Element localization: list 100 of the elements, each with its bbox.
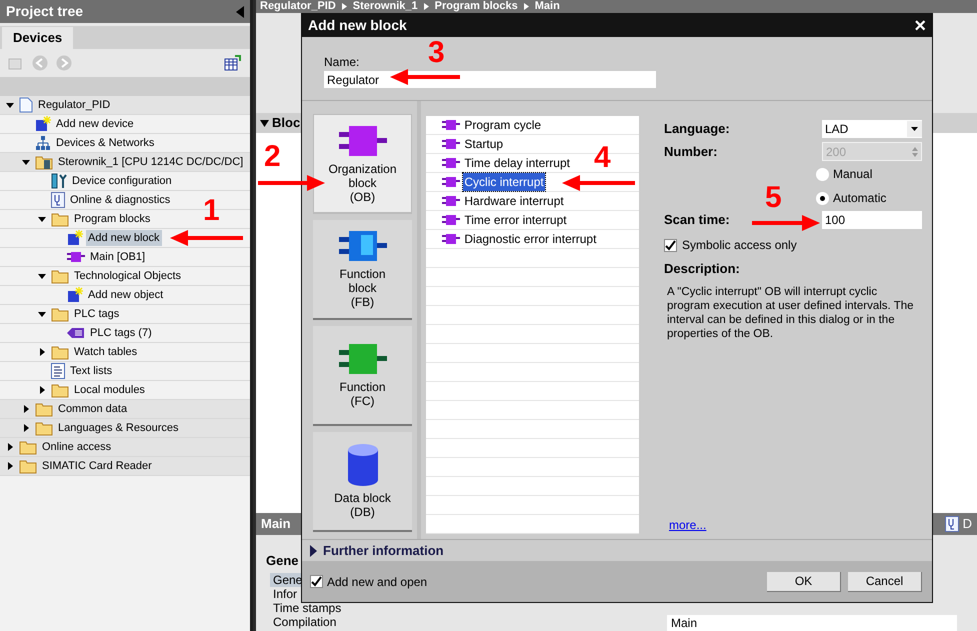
block-type-button[interactable]: Function (FC) [313,326,412,426]
separator-arrow-icon [524,3,529,10]
nav-item[interactable]: Infor [270,587,300,601]
tree-item[interactable]: Add new block [86,230,162,246]
block-icon [442,119,460,131]
nav-item[interactable]: Time stamps [270,601,344,615]
block-type-button[interactable]: Data block (DB) [313,432,412,532]
tree-item[interactable]: Add new object [86,287,166,303]
panel-label: D [962,515,972,534]
section-title[interactable]: Further information [323,540,444,560]
tree-item[interactable]: Watch tables [72,344,140,360]
tree-item[interactable]: Add new device [54,116,136,132]
expanded-arrow-icon[interactable] [38,272,46,280]
radio-button[interactable] [816,192,829,204]
network-icon [35,135,51,151]
text-list-icon [51,363,65,379]
tree-item[interactable]: Device configuration [70,173,174,189]
annotation-arrow [752,214,820,232]
tree-item[interactable]: Online & diagnostics [68,192,172,208]
radio-button[interactable] [816,168,829,180]
expand-arrow-icon[interactable] [310,544,317,556]
tree-item[interactable]: Text lists [68,363,114,379]
language-dropdown[interactable]: LAD [822,120,922,138]
list-item[interactable]: Program cycle [463,116,542,134]
tree-item[interactable]: Local modules [72,382,147,398]
tab[interactable]: Devices [2,27,74,49]
stethoscope-icon [51,192,65,208]
close-button[interactable]: × [914,16,926,36]
radio-label: Manual [833,166,872,183]
tree-item[interactable]: Technological Objects [72,268,184,284]
list-item[interactable]: Time error interrupt [463,211,568,229]
tree-item[interactable]: Devices & Networks [54,135,156,151]
annotation-number: 5 [765,183,782,213]
annotation-arrow [258,174,325,192]
block-icon [442,176,460,188]
block-type-button[interactable]: Organization block (OB) [313,114,412,214]
stethoscope-icon[interactable] [944,516,959,532]
tree-item[interactable]: Program blocks [72,211,152,227]
list-item[interactable]: Cyclic interrupt [463,173,545,191]
collapsed-arrow-icon[interactable] [38,348,46,356]
field-label: Scan time: [664,211,730,230]
folder-icon [35,154,53,170]
block-icon [442,138,460,150]
annotation-arrow [390,68,460,86]
collapsed-arrow-icon[interactable] [6,462,14,470]
collapsed-arrow-icon[interactable] [6,443,14,451]
list-item[interactable]: Startup [463,135,504,153]
dialog-button[interactable]: Cancel [848,572,922,592]
add-item-icon [35,116,51,132]
name-input[interactable]: Regulator [324,71,656,88]
block-icon [442,195,460,207]
expanded-arrow-icon[interactable] [6,101,14,109]
block-type-button[interactable]: Function block (FB) [313,220,412,320]
breadcrumb-item[interactable]: Sterownik_1 [352,0,418,12]
list-item[interactable]: Diagnostic error interrupt [463,230,598,248]
separator-arrow-icon [424,3,429,10]
page-icon [19,97,33,113]
tree-item[interactable]: PLC tags [72,306,122,322]
description-text: A "Cyclic interrupt" OB will interrupt cyclic program execution at user defined intervals. The interval can be defined in this dialog or in the properties of the OB. [666,284,915,340]
annotation-number: 2 [264,142,281,172]
expanded-arrow-icon[interactable] [260,120,269,126]
properties-tab[interactable]: Main [261,514,291,534]
list-item[interactable]: Time delay interrupt [463,154,571,172]
database-icon [346,443,378,487]
expanded-arrow-icon[interactable] [22,158,30,166]
block-icon [67,251,85,263]
add-item-icon [67,287,83,303]
name-field[interactable]: Main [667,615,957,631]
collapsed-arrow-icon[interactable] [22,405,30,413]
list-item[interactable]: Hardware interrupt [463,192,565,210]
dialog-button[interactable]: OK [767,572,841,592]
tree-item[interactable]: Main [OB1] [88,249,148,265]
expanded-arrow-icon[interactable] [38,310,46,318]
expanded-arrow-icon[interactable] [38,215,46,223]
separator-arrow-icon [342,3,347,10]
radio-label: Automatic [833,190,886,207]
checkbox[interactable] [664,238,677,252]
field-label: Name: [324,54,360,71]
checkbox-label: Add new and open [327,574,428,590]
field-label: Language: [664,120,730,138]
collapsed-arrow-icon[interactable] [22,424,30,432]
more-link[interactable]: more... [664,516,922,534]
checkbox[interactable] [310,575,323,588]
block-icon [442,214,460,226]
dialog-title: Add new block [308,16,407,35]
scan-time-input[interactable]: 100 [822,211,922,229]
breadcrumb-item[interactable]: Main [534,0,560,12]
breadcrumb-item[interactable]: Regulator_PID [260,0,336,12]
table-icon[interactable] [224,55,242,71]
panel-title: Project tree [6,2,84,21]
device-config-icon [51,173,67,189]
section-title: Gene [266,553,299,570]
collapsed-arrow-icon[interactable] [38,386,46,394]
tree-item[interactable]: PLC tags (7) [88,325,154,341]
field-label: Number: [664,143,718,161]
nav-item[interactable]: Compilation [270,615,340,629]
breadcrumb-item[interactable]: Program blocks [434,0,518,12]
field-label: Description: [664,260,741,278]
section-title: Bloc [272,114,300,132]
collapse-icon[interactable] [236,6,244,18]
